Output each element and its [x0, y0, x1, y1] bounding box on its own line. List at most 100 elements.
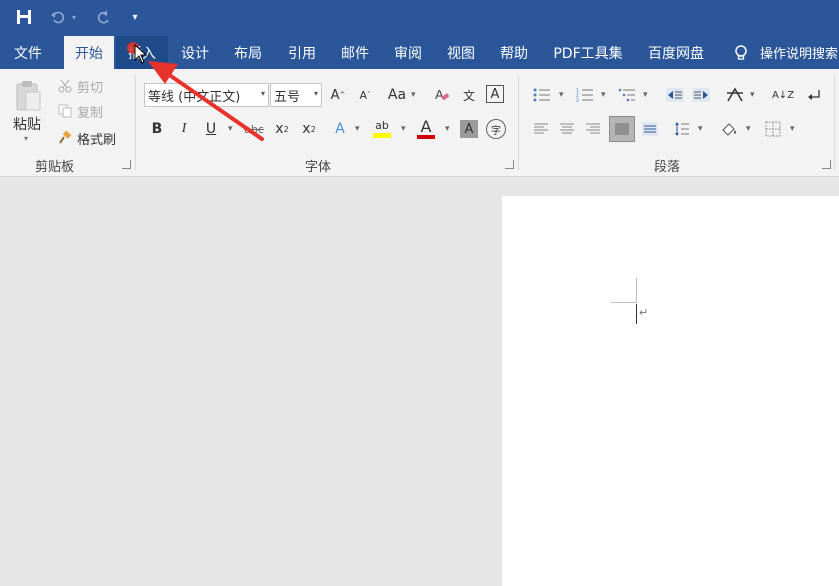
italic-button[interactable]: I	[174, 118, 194, 140]
tab-file[interactable]: 文件	[0, 36, 56, 69]
tab-help[interactable]: 帮助	[490, 36, 538, 69]
font-size-combo[interactable]: 五号 ▾	[270, 83, 322, 107]
format-painter-button[interactable]: 格式刷	[77, 130, 116, 148]
clipboard-dialog-launcher-icon[interactable]	[122, 160, 131, 169]
font-name-combo[interactable]: 等线 (中文正文) ▾	[144, 83, 269, 107]
font-size-dropdown-icon[interactable]: ▾	[314, 89, 318, 98]
font-color-icon: A	[420, 116, 432, 136]
redo-icon[interactable]	[93, 7, 113, 27]
group-separator	[518, 75, 519, 170]
group-separator	[834, 75, 835, 170]
cut-icon[interactable]	[57, 78, 73, 94]
save-icon[interactable]	[14, 7, 34, 27]
underline-dropdown-icon[interactable]: ▾	[228, 125, 234, 134]
phonetic-guide-button[interactable]: 文	[459, 85, 479, 105]
paragraph-mark: ↵	[639, 306, 649, 319]
font-dialog-launcher-icon[interactable]	[505, 160, 514, 169]
character-shading-icon: A	[464, 121, 474, 137]
italic-icon: I	[181, 121, 187, 136]
tab-home[interactable]: 开始	[64, 36, 114, 69]
distributed-icon[interactable]	[640, 118, 660, 140]
undo-dropdown-icon[interactable]: ▾	[68, 7, 80, 27]
chinese-layout-dropdown-icon[interactable]: ▾	[750, 91, 756, 100]
customize-qat-icon[interactable]: ▾	[126, 7, 144, 27]
tab-references[interactable]: 引用	[278, 36, 326, 69]
borders-dropdown-icon[interactable]: ▾	[790, 125, 796, 134]
tab-pdf-tools[interactable]: PDF工具集	[548, 36, 628, 69]
font-size-value: 五号	[274, 89, 301, 105]
clipboard-group-label: 剪贴板	[35, 160, 75, 175]
tab-baidu-netdisk[interactable]: 百度网盘	[639, 36, 713, 69]
highlight-button[interactable]: ab	[371, 116, 393, 140]
enclose-characters-button[interactable]: 字	[486, 119, 506, 139]
numbering-icon[interactable]: 123	[574, 85, 596, 105]
show-formatting-marks-icon[interactable]	[803, 85, 825, 105]
group-separator	[135, 75, 136, 170]
multilevel-list-icon[interactable]	[616, 85, 638, 105]
mouse-pointer-icon	[134, 44, 148, 64]
tab-design[interactable]: 设计	[171, 36, 219, 69]
decrease-indent-icon[interactable]	[664, 85, 686, 105]
tab-layout[interactable]: 布局	[224, 36, 272, 69]
cut-button[interactable]: 剪切	[77, 78, 103, 96]
multilevel-list-dropdown-icon[interactable]: ▾	[643, 91, 649, 100]
bullets-dropdown-icon[interactable]: ▾	[559, 91, 565, 100]
subscript-button[interactable]: x2	[272, 118, 292, 140]
underline-button[interactable]: U	[201, 118, 221, 140]
tab-review[interactable]: 审阅	[384, 36, 432, 69]
font-color-bar	[417, 134, 435, 139]
borders-icon[interactable]	[762, 118, 784, 140]
align-center-icon[interactable]	[557, 118, 577, 140]
sort-icon: A↓Z	[771, 89, 795, 101]
paragraph-dialog-launcher-icon[interactable]	[822, 160, 831, 169]
font-color-button[interactable]: A	[415, 116, 437, 140]
document-page[interactable]	[502, 196, 839, 586]
increase-indent-icon[interactable]	[690, 85, 712, 105]
font-name-dropdown-icon[interactable]: ▾	[261, 89, 265, 98]
shading-icon[interactable]	[718, 118, 740, 140]
strikethrough-button[interactable]: abc	[242, 118, 266, 140]
undo-icon[interactable]	[48, 7, 68, 27]
grow-font-icon: A	[330, 87, 340, 103]
copy-button[interactable]: 复制	[77, 103, 103, 121]
character-border-button[interactable]: A	[486, 85, 504, 103]
tab-mailings[interactable]: 邮件	[331, 36, 379, 69]
change-case-button[interactable]: Aa	[385, 85, 409, 105]
lightbulb-icon[interactable]	[731, 43, 751, 63]
phonetic-guide-icon: 文	[462, 88, 475, 103]
shading-dropdown-icon[interactable]: ▾	[746, 125, 752, 134]
shrink-font-icon: A	[359, 88, 368, 102]
sort-button[interactable]: A↓Z	[772, 85, 794, 105]
enclose-characters-icon: 字	[491, 125, 501, 137]
paste-dropdown-icon[interactable]: ▾	[24, 134, 28, 143]
margin-crop-mark	[636, 278, 637, 302]
font-group-label: 字体	[305, 160, 332, 175]
clear-formatting-icon[interactable]: A	[432, 85, 452, 105]
bold-button[interactable]: B	[147, 118, 167, 140]
text-effects-dropdown-icon[interactable]: ▾	[355, 125, 361, 134]
svg-text:A: A	[435, 87, 444, 102]
paste-button[interactable]	[12, 78, 44, 114]
format-painter-icon[interactable]	[57, 130, 73, 146]
highlight-dropdown-icon[interactable]: ▾	[401, 125, 407, 134]
bullets-icon[interactable]	[531, 85, 553, 105]
character-shading-button[interactable]: A	[460, 120, 478, 138]
align-left-icon[interactable]	[531, 118, 551, 140]
text-effects-button[interactable]: A	[330, 118, 350, 140]
grow-font-button[interactable]: A ^	[328, 85, 348, 105]
change-case-dropdown-icon[interactable]: ▾	[411, 91, 417, 100]
paste-label[interactable]: 粘贴	[13, 114, 41, 134]
shrink-font-button[interactable]: Aˇ	[355, 85, 375, 105]
copy-icon[interactable]	[57, 103, 73, 119]
superscript-button[interactable]: x2	[299, 118, 319, 140]
justify-icon[interactable]	[609, 116, 635, 142]
numbering-dropdown-icon[interactable]: ▾	[601, 91, 607, 100]
align-right-icon[interactable]	[583, 118, 603, 140]
chinese-layout-icon[interactable]	[724, 85, 746, 105]
line-spacing-dropdown-icon[interactable]: ▾	[698, 125, 704, 134]
line-spacing-icon[interactable]	[672, 118, 692, 140]
tell-me-search[interactable]: 操作说明搜索	[760, 36, 839, 69]
tab-view[interactable]: 视图	[437, 36, 485, 69]
highlight-icon: ab	[375, 118, 389, 132]
font-color-dropdown-icon[interactable]: ▾	[445, 125, 451, 134]
